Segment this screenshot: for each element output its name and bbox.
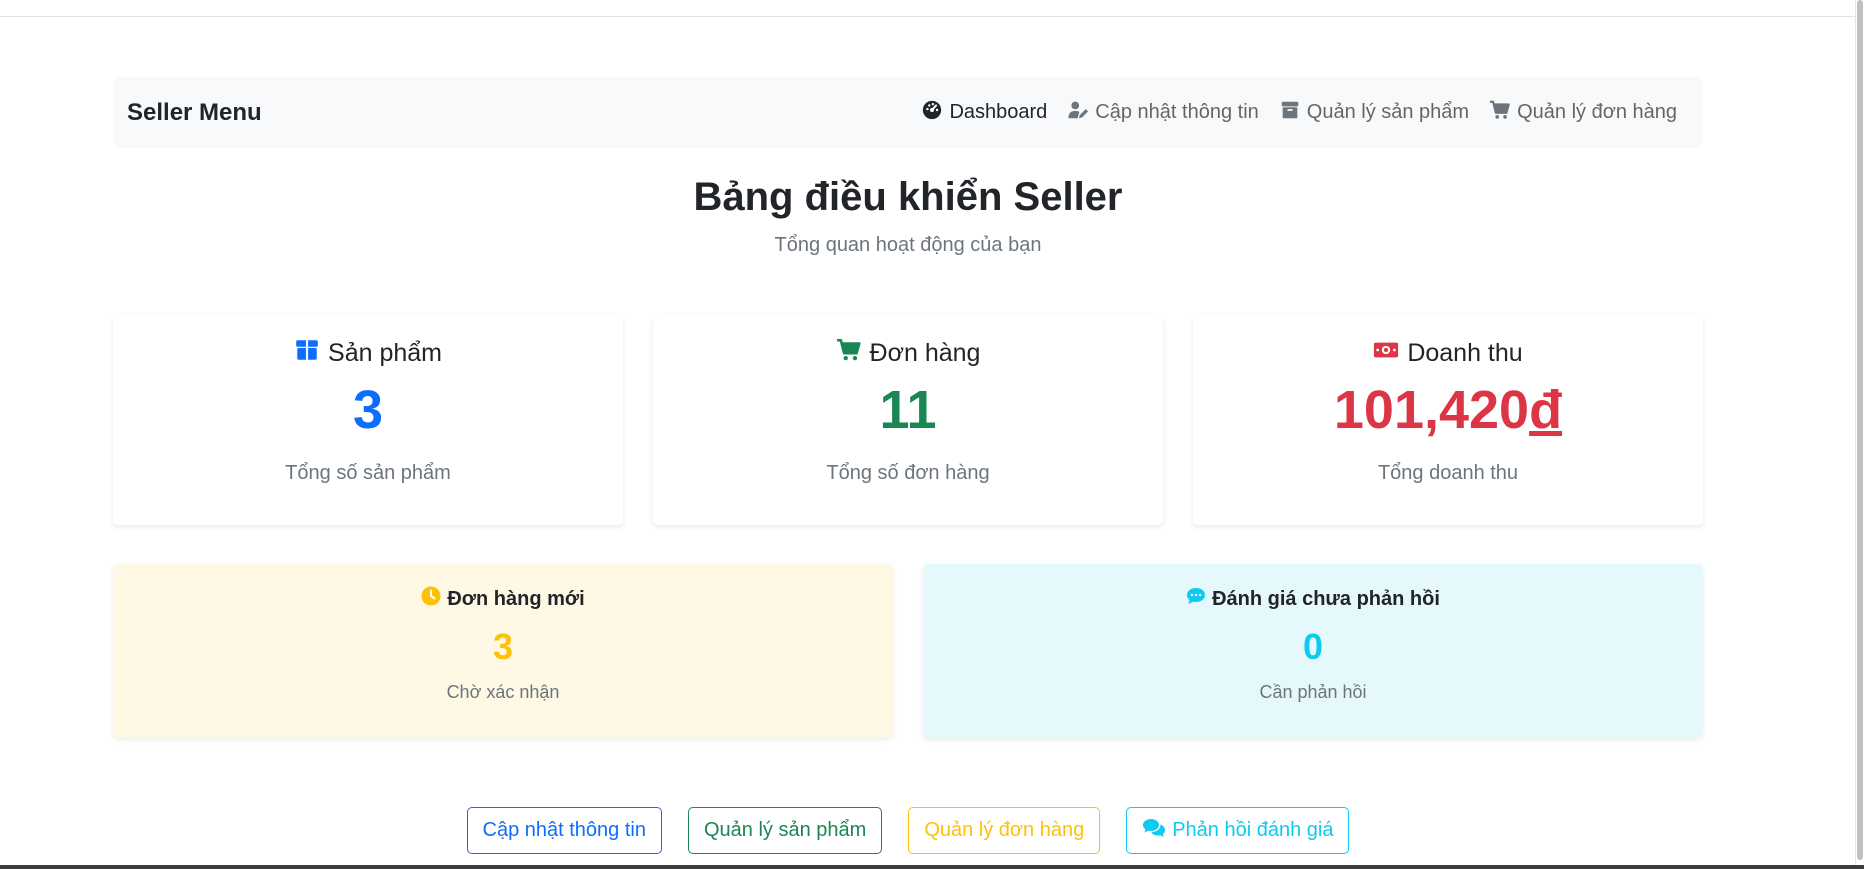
- stats-row: Sản phẩm 3 Tổng số sản phẩm Đơn hàng 11 …: [113, 315, 1703, 525]
- manage-products-button[interactable]: Quản lý sản phẩm: [687, 807, 883, 854]
- money-icon: [1373, 337, 1399, 370]
- quick-actions: Cập nhật thông tin Quản lý sản phẩm Quản…: [113, 807, 1703, 854]
- alert-card-title: Đánh giá chưa phản hồi: [1212, 587, 1440, 610]
- alerts-row: Đơn hàng mới 3 Chờ xác nhận Đánh giá chư…: [113, 564, 1703, 738]
- cart-icon: [836, 337, 862, 370]
- scrollbar[interactable]: [1855, 0, 1864, 869]
- alert-card-label: Cần phản hồi: [1259, 682, 1367, 702]
- clock-icon: [421, 586, 441, 612]
- stat-card-orders: Đơn hàng 11 Tổng số đơn hàng: [653, 315, 1163, 525]
- stat-card-value: 11: [879, 380, 937, 440]
- stat-card-revenue: Doanh thu 101,420đ Tổng doanh thu: [1193, 315, 1703, 525]
- alert-card-new-orders: Đơn hàng mới 3 Chờ xác nhận: [113, 564, 893, 738]
- nav-link-label: Quản lý sản phẩm: [1306, 101, 1470, 123]
- dashboard-icon: [921, 99, 943, 127]
- box-icon: [1279, 99, 1301, 127]
- page-title: Bảng điều khiển Seller: [693, 175, 1123, 219]
- alert-card-header: Đơn hàng mới: [113, 584, 893, 614]
- alert-card-value: 3: [492, 626, 514, 667]
- alert-card-value: 0: [1302, 626, 1324, 667]
- update-info-button[interactable]: Cập nhật thông tin: [466, 807, 662, 854]
- stat-card-value: 101,420đ: [1193, 380, 1703, 440]
- alert-card-header: Đánh giá chưa phản hồi: [923, 584, 1703, 614]
- stat-card-value: 3: [352, 380, 384, 440]
- bottom-border: [0, 865, 1864, 869]
- stat-card-header: Doanh thu: [1193, 335, 1703, 371]
- nav-links: Dashboard Cập nhật thông tin Quản lý sản…: [921, 99, 1677, 127]
- reply-reviews-button[interactable]: Phản hồi đánh giá: [1126, 807, 1350, 854]
- nav-link-label: Cập nhật thông tin: [1095, 101, 1259, 123]
- stat-card-title: Sản phẩm: [328, 338, 442, 367]
- page-header: Bảng điều khiển Seller Tổng quan hoạt độ…: [113, 175, 1703, 257]
- button-label: Quản lý đơn hàng: [924, 819, 1085, 841]
- stat-card-header: Đơn hàng: [653, 335, 1163, 371]
- comments-icon: [1142, 816, 1166, 846]
- nav-link-dashboard[interactable]: Dashboard: [921, 99, 1047, 127]
- stat-card-label: Tổng doanh thu: [1377, 462, 1519, 485]
- navbar-brand[interactable]: Seller Menu: [127, 99, 262, 127]
- currency-symbol: đ: [1529, 380, 1563, 440]
- button-label: Phản hồi đánh giá: [1172, 819, 1334, 841]
- cart-icon: [1489, 99, 1511, 127]
- nav-link-label: Quản lý đơn hàng: [1517, 101, 1677, 123]
- stat-card-header: Sản phẩm: [113, 335, 623, 371]
- stat-card-title: Đơn hàng: [869, 338, 981, 367]
- alert-card-unanswered-reviews: Đánh giá chưa phản hồi 0 Cần phản hồi: [923, 564, 1703, 738]
- nav-link-label: Dashboard: [949, 101, 1048, 123]
- seller-navbar: Seller Menu Dashboard Cập nhật thông tin…: [113, 77, 1703, 148]
- box-icon: [294, 337, 320, 370]
- nav-link-update-info[interactable]: Cập nhật thông tin: [1067, 99, 1259, 127]
- revenue-amount: 101,420: [1333, 380, 1530, 440]
- stat-card-label: Tổng số đơn hàng: [826, 462, 990, 485]
- browser-top-border: [0, 0, 1857, 17]
- scrollbar-thumb[interactable]: [1857, 0, 1863, 860]
- nav-link-manage-products[interactable]: Quản lý sản phẩm: [1279, 99, 1469, 127]
- stat-card-products: Sản phẩm 3 Tổng số sản phẩm: [113, 315, 623, 525]
- button-label: Quản lý sản phẩm: [703, 819, 867, 841]
- comment-icon: [1186, 586, 1206, 612]
- stat-card-label: Tổng số sản phẩm: [285, 462, 451, 485]
- page-subtitle: Tổng quan hoạt động của bạn: [774, 234, 1042, 256]
- button-label: Cập nhật thông tin: [482, 819, 646, 841]
- nav-link-manage-orders[interactable]: Quản lý đơn hàng: [1489, 99, 1677, 127]
- user-edit-icon: [1067, 99, 1089, 127]
- alert-card-title: Đơn hàng mới: [447, 587, 585, 610]
- manage-orders-button[interactable]: Quản lý đơn hàng: [908, 807, 1101, 854]
- alert-card-label: Chờ xác nhận: [446, 682, 560, 702]
- stat-card-title: Doanh thu: [1407, 338, 1523, 367]
